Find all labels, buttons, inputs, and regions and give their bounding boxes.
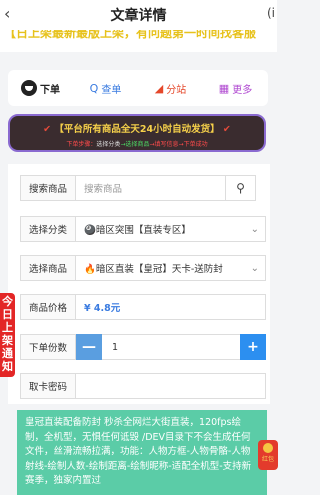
tab-substation[interactable]: ◢ 分站 [138, 81, 203, 96]
tab-more[interactable]: ▦ 更多 [203, 81, 268, 96]
product-description: 皇冠直装配备防封 秒杀全网烂大街直装，120fps绘制，全机型，无惧任何诋毁 /… [17, 410, 267, 495]
quantity-label: 下单份数 [20, 334, 76, 360]
category-value: 🎱暗区突围【直装专区】 [84, 225, 191, 236]
product-value: 🔥暗区直装【皇冠】天卡-送防封 [84, 264, 223, 275]
notice-steps: 下单步骤：选择分类→选择商品→填写信息→下单成功 [10, 139, 264, 148]
product-label: 选择商品 [20, 255, 76, 281]
today-listing-badge[interactable]: 今日上架通知 [0, 293, 15, 377]
tab-query-label: 查单 [101, 84, 122, 96]
search-icon: Q [89, 81, 99, 95]
notice-headline-text: 【平台所有商品全天24小时自动发货】 [54, 124, 220, 135]
quantity-input[interactable]: 1 [102, 334, 240, 360]
decrement-button[interactable]: — [76, 334, 102, 360]
marquee-text: 【日上架最新最版上架，有问题第一时间找客服 [4, 30, 257, 40]
marquee-banner: 【日上架最新最版上架，有问题第一时间找客服 [0, 30, 277, 52]
notice-headline: ✔ 【平台所有商品全天24小时自动发货】 ✔ [10, 121, 264, 135]
step-title: 下单步骤： [66, 141, 97, 148]
tab-substation-label: 分站 [166, 84, 187, 96]
code-row: 取卡密码 [20, 372, 266, 400]
search-icon[interactable]: ⚲ [226, 175, 256, 201]
red-packet-button[interactable]: 红包 [258, 440, 278, 470]
order-form: 搜索商品 搜索商品 ⚲ 选择分类 🎱暗区突围【直装专区】 ⌄ 选择商品 🔥暗区直… [8, 164, 270, 404]
price-value: ¥ 4.8元 [76, 294, 266, 320]
tab-order-label: 下单 [40, 84, 60, 96]
check-icon: ✔ [222, 124, 231, 135]
tab-bar: 下单 Q 查单 ◢ 分站 ▦ 更多 [8, 70, 268, 106]
search-row: 搜索商品 搜索商品 ⚲ [20, 174, 256, 202]
product-select[interactable]: 🔥暗区直装【皇冠】天卡-送防封 ⌄ [76, 255, 266, 281]
tab-more-label: 更多 [232, 84, 253, 96]
grid-icon: ▦ [218, 81, 230, 95]
code-input[interactable] [76, 373, 266, 399]
chevron-down-icon: ⌄ [250, 223, 259, 235]
price-label: 商品价格 [20, 294, 76, 320]
tab-order[interactable]: 下单 [8, 80, 73, 96]
notice-box: ✔ 【平台所有商品全天24小时自动发货】 ✔ 下单步骤：选择分类→选择商品→填写… [8, 114, 266, 152]
category-row: 选择分类 🎱暗区突围【直装专区】 ⌄ [20, 215, 266, 243]
check-icon: ✔ [43, 124, 52, 135]
step-1: 选择分类 [96, 141, 121, 148]
send-icon: ◢ [154, 81, 164, 95]
quantity-row: 下单份数 — 1 + [20, 333, 266, 361]
step-3: 填写信息 [154, 141, 179, 148]
back-arrow-icon[interactable]: ‹ [4, 4, 10, 23]
code-label: 取卡密码 [20, 373, 76, 399]
search-input[interactable]: 搜索商品 [76, 175, 226, 201]
coin-icon [263, 443, 273, 453]
step-2: 选择商品 [125, 141, 150, 148]
category-select[interactable]: 🎱暗区突围【直装专区】 ⌄ [76, 216, 266, 242]
more-menu[interactable]: (i [267, 6, 275, 20]
page-title: 文章详情 [110, 8, 167, 24]
category-label: 选择分类 [20, 216, 76, 242]
increment-button[interactable]: + [240, 334, 266, 360]
chevron-down-icon: ⌄ [250, 262, 259, 274]
tab-query[interactable]: Q 查单 [73, 81, 138, 96]
avatar-icon [21, 80, 37, 96]
price-row: 商品价格 ¥ 4.8元 [20, 293, 266, 321]
product-row: 选择商品 🔥暗区直装【皇冠】天卡-送防封 ⌄ [20, 254, 266, 282]
top-nav-bar: ‹ 文章详情 (i [0, 0, 277, 30]
search-label: 搜索商品 [20, 175, 76, 201]
red-packet-label: 红包 [261, 456, 274, 463]
step-4: 下单成功 [183, 141, 208, 148]
